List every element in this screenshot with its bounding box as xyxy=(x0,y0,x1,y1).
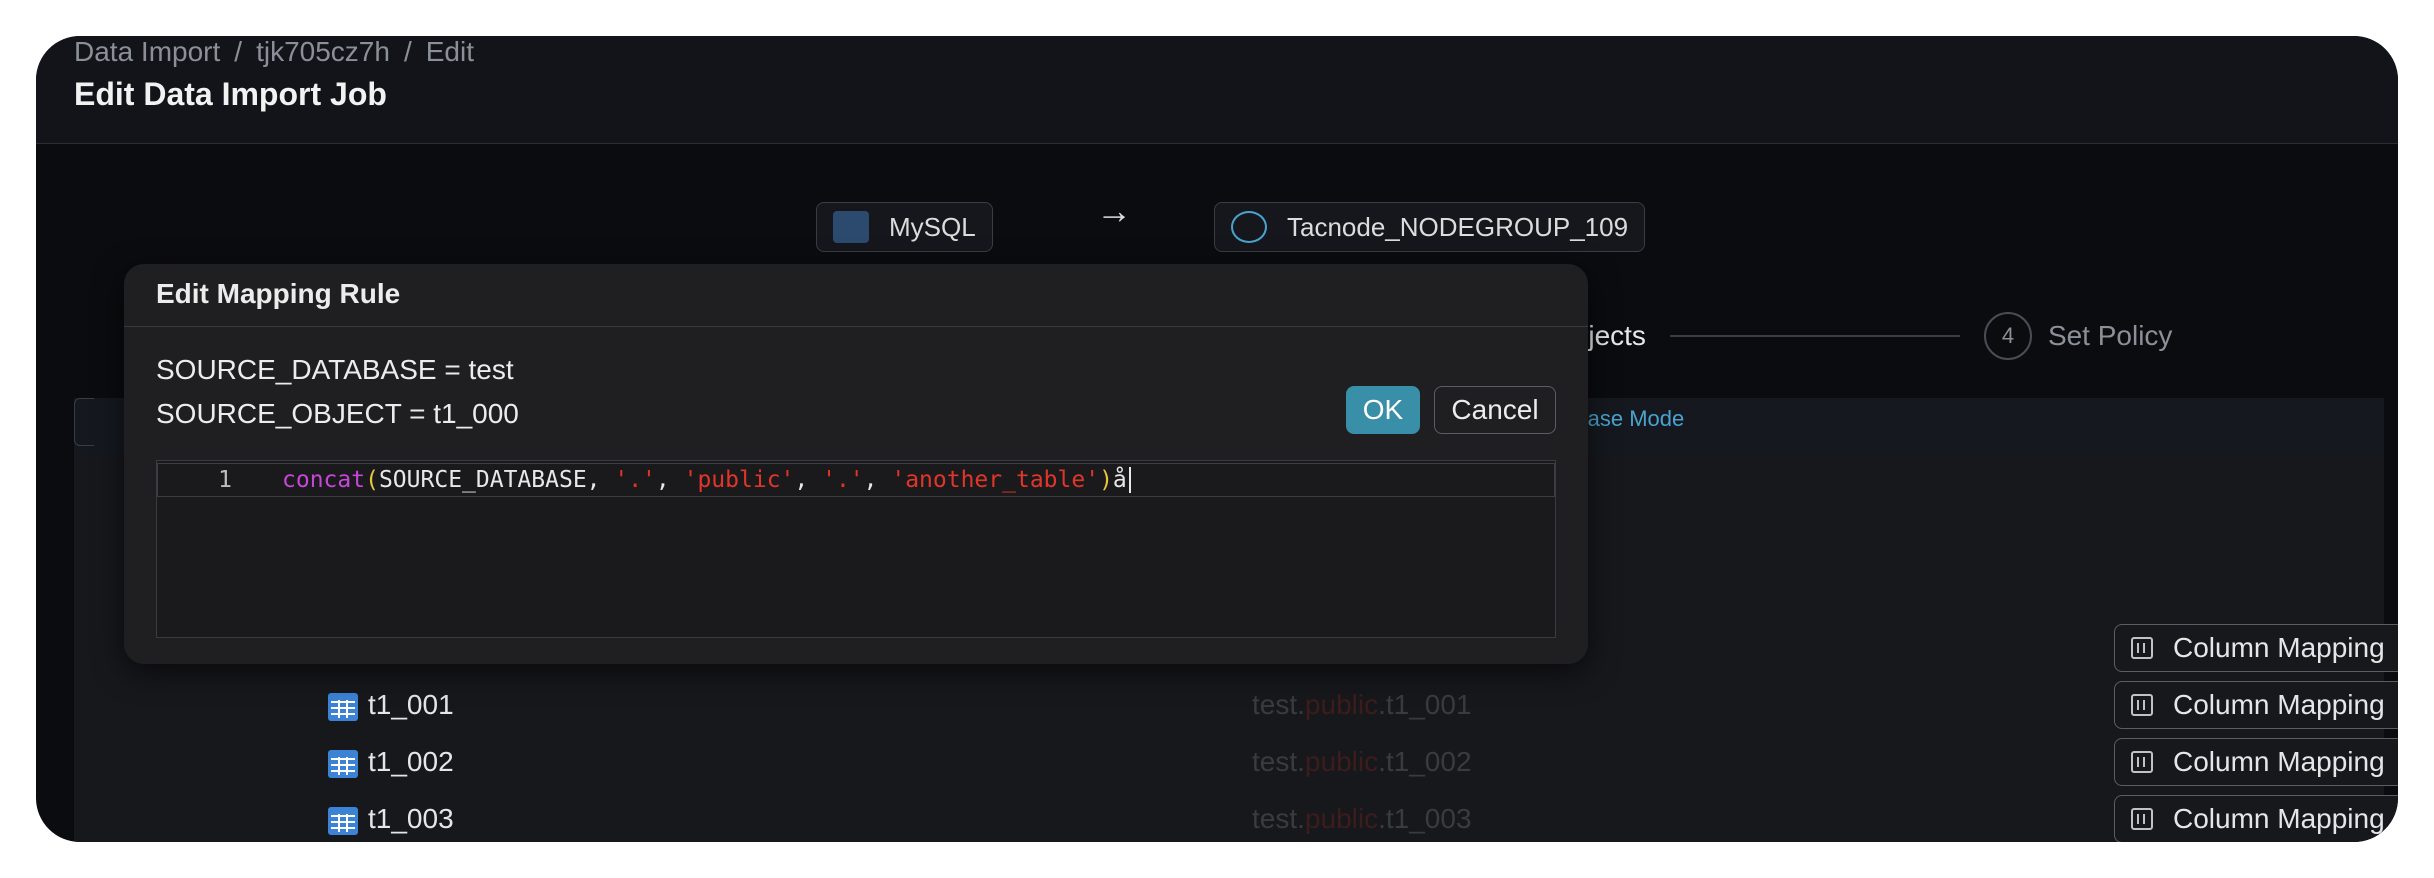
table-icon xyxy=(328,807,358,835)
mysql-icon xyxy=(833,211,869,243)
step-set-policy-label[interactable]: Set Policy xyxy=(2048,320,2173,352)
code-comma: , xyxy=(794,467,822,493)
target-dot: . xyxy=(1297,746,1305,777)
code-comma: , xyxy=(656,467,684,493)
app-window: Data Import / tjk705cz7h / Edit Edit Dat… xyxy=(36,36,2398,842)
code-comma: , xyxy=(864,467,892,493)
source-table-name: t1_002 xyxy=(368,746,454,778)
code-paren: ( xyxy=(365,467,379,493)
source-table-name: t1_003 xyxy=(368,803,454,835)
target-table: t1_002 xyxy=(1386,746,1472,777)
target-connection-label: Tacnode_NODEGROUP_109 xyxy=(1287,212,1628,243)
modal-title: Edit Mapping Rule xyxy=(156,278,400,310)
target-dot: . xyxy=(1297,803,1305,834)
case-mode-label: Case Mode xyxy=(1572,406,1685,432)
source-database-line: SOURCE_DATABASE = test xyxy=(156,354,514,386)
mapping-rule-editor[interactable]: 1 concat(SOURCE_DATABASE, '.', 'public',… xyxy=(156,460,1556,638)
target-schema: public xyxy=(1305,746,1378,777)
code-trailing-char: å xyxy=(1113,467,1127,493)
column-mapping-button[interactable]: Column Mapping xyxy=(2114,795,2398,842)
column-mapping-icon xyxy=(2131,637,2153,659)
wizard-steps: Objects 4 Set Policy xyxy=(1551,312,2172,360)
column-mapping-button[interactable]: Column Mapping xyxy=(2114,681,2398,729)
table-icon xyxy=(328,693,358,721)
column-mapping-label: Column Mapping xyxy=(2173,632,2385,664)
target-table: t1_003 xyxy=(1386,803,1472,834)
code-string: 'public' xyxy=(684,467,795,493)
code-function: concat xyxy=(282,467,365,493)
page-header: Data Import / tjk705cz7h / Edit Edit Dat… xyxy=(36,36,2398,144)
target-schema: public xyxy=(1305,803,1378,834)
column-mapping-label: Column Mapping xyxy=(2173,803,2385,835)
toolbar-input-edge[interactable] xyxy=(74,398,94,446)
breadcrumb-separator: / xyxy=(404,36,412,68)
breadcrumb-job-id[interactable]: tjk705cz7h xyxy=(256,36,390,68)
source-connection-label: MySQL xyxy=(889,212,976,243)
source-table-name: t1_001 xyxy=(368,689,454,721)
breadcrumb: Data Import / tjk705cz7h / Edit xyxy=(74,36,474,68)
editor-line[interactable]: 1 concat(SOURCE_DATABASE, '.', 'public',… xyxy=(157,463,1555,497)
target-table-name: test.public.t1_001 xyxy=(1252,689,1472,721)
ok-button[interactable]: OK xyxy=(1346,386,1420,434)
code-paren: ) xyxy=(1099,467,1113,493)
target-dot: . xyxy=(1297,689,1305,720)
target-table: t1_001 xyxy=(1386,689,1472,720)
column-mapping-icon xyxy=(2131,808,2153,830)
target-table-name: test.public.t1_002 xyxy=(1252,746,1472,778)
column-mapping-button[interactable]: Column Mapping xyxy=(2114,624,2398,672)
target-connection-chip: Tacnode_NODEGROUP_109 xyxy=(1214,202,1645,252)
target-dot: . xyxy=(1378,689,1386,720)
tacnode-icon xyxy=(1231,211,1267,243)
edit-mapping-rule-modal: Edit Mapping Rule SOURCE_DATABASE = test… xyxy=(124,264,1588,664)
breadcrumb-data-import[interactable]: Data Import xyxy=(74,36,220,68)
column-mapping-label: Column Mapping xyxy=(2173,746,2385,778)
target-db: test xyxy=(1252,746,1297,777)
source-object-line: SOURCE_OBJECT = t1_000 xyxy=(156,398,519,430)
line-number: 1 xyxy=(158,467,282,493)
source-connection-chip: MySQL xyxy=(816,202,993,252)
cancel-button[interactable]: Cancel xyxy=(1434,386,1556,434)
page-title: Edit Data Import Job xyxy=(74,76,387,113)
target-table-name: test.public.t1_003 xyxy=(1252,803,1472,835)
breadcrumb-separator: / xyxy=(234,36,242,68)
target-db: test xyxy=(1252,689,1297,720)
target-dot: . xyxy=(1378,746,1386,777)
text-cursor xyxy=(1129,467,1131,493)
step-number-4[interactable]: 4 xyxy=(1984,312,2032,360)
code-string: '.' xyxy=(822,467,864,493)
code-string: 'another_table' xyxy=(891,467,1099,493)
breadcrumb-edit: Edit xyxy=(426,36,474,68)
modal-divider xyxy=(124,326,1588,327)
column-mapping-icon xyxy=(2131,694,2153,716)
table-row: t1_001 test.public.t1_001 Column Mapping xyxy=(74,679,2384,735)
step-connector xyxy=(1670,335,1960,337)
column-mapping-button[interactable]: Column Mapping xyxy=(2114,738,2398,786)
target-schema: public xyxy=(1305,689,1378,720)
code-string: '.' xyxy=(614,467,656,493)
code-text[interactable]: concat(SOURCE_DATABASE, '.', 'public', '… xyxy=(282,467,1131,494)
arrow-right-icon: → xyxy=(1096,190,1132,232)
table-row: t1_003 test.public.t1_003 Column Mapping xyxy=(74,793,2384,842)
target-db: test xyxy=(1252,803,1297,834)
column-mapping-icon xyxy=(2131,751,2153,773)
target-dot: . xyxy=(1378,803,1386,834)
table-icon xyxy=(328,750,358,778)
column-mapping-label: Column Mapping xyxy=(2173,689,2385,721)
code-arg: SOURCE_DATABASE, xyxy=(379,467,614,493)
table-row: t1_002 test.public.t1_002 Column Mapping xyxy=(74,736,2384,792)
